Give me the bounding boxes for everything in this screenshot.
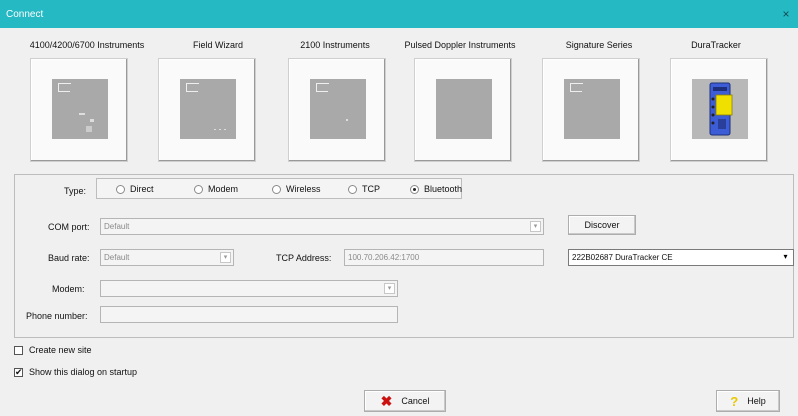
radio-circle-icon: [194, 184, 203, 194]
radio-modem[interactable]: Modem: [194, 184, 238, 194]
radio-selected-icon: [410, 184, 419, 194]
cancel-button[interactable]: ✖ Cancel: [364, 390, 446, 412]
bluetooth-device-select[interactable]: 222B02687 DuraTracker CE ▾: [568, 249, 794, 266]
radio-circle-icon: [272, 184, 281, 194]
instrument-button-2100[interactable]: [288, 58, 386, 162]
pulsed-doppler-icon: [436, 79, 492, 139]
instrument-4100-icon: [52, 79, 108, 139]
instrument-button-duratracker[interactable]: [670, 58, 768, 162]
discover-button[interactable]: Discover: [568, 215, 636, 235]
title-bar: Connect ×: [0, 0, 798, 28]
type-label: Type:: [64, 186, 87, 196]
com-port-label: COM port:: [48, 222, 90, 232]
radio-direct[interactable]: Direct: [116, 184, 154, 194]
baud-rate-select[interactable]: Default ▾: [100, 249, 234, 266]
field-wizard-icon: [180, 79, 236, 139]
instrument-2100-icon: [310, 79, 366, 139]
instrument-label-field-wizard: Field Wizard: [192, 40, 243, 50]
tcp-address-input[interactable]: 100.70.206.42:1700: [344, 249, 544, 266]
tcp-address-label: TCP Address:: [276, 253, 332, 263]
radio-tcp[interactable]: TCP: [348, 184, 380, 194]
chevron-down-icon: ▾: [783, 252, 788, 261]
cancel-x-icon: ✖: [380, 392, 393, 409]
phone-number-label: Phone number:: [26, 311, 88, 321]
instrument-label-signature-series: Signature Series: [565, 40, 633, 50]
instrument-label-pulsed-doppler: Pulsed Doppler Instruments: [404, 40, 516, 50]
window-title: Connect: [6, 8, 44, 20]
radio-bluetooth[interactable]: Bluetooth: [410, 184, 462, 194]
baud-rate-label: Baud rate:: [48, 253, 90, 263]
modem-select[interactable]: ▾: [100, 280, 398, 297]
signature-series-icon: [564, 79, 620, 139]
show-dialog-checkbox[interactable]: ✔ Show this dialog on startup: [14, 367, 137, 377]
chevron-down-icon: ▾: [220, 252, 231, 263]
radio-circle-icon: [116, 184, 125, 194]
help-button[interactable]: ? Help: [716, 390, 780, 412]
instrument-label-4100: 4100/4200/6700 Instruments: [29, 40, 145, 50]
instrument-button-pulsed-doppler[interactable]: [414, 58, 512, 162]
radio-wireless[interactable]: Wireless: [272, 184, 321, 194]
com-port-select[interactable]: Default ▾: [100, 218, 544, 235]
instrument-label-duratracker: DuraTracker: [691, 40, 741, 50]
instrument-button-field-wizard[interactable]: [158, 58, 256, 162]
instrument-button-4100[interactable]: [30, 58, 128, 162]
duratracker-icon: [692, 79, 748, 139]
phone-number-input[interactable]: [100, 306, 398, 323]
chevron-down-icon: ▾: [530, 221, 541, 232]
chevron-down-icon: ▾: [384, 283, 395, 294]
close-icon[interactable]: ×: [774, 7, 798, 21]
help-question-icon: ?: [730, 393, 739, 409]
modem-label: Modem:: [52, 284, 85, 294]
instrument-button-signature-series[interactable]: [542, 58, 640, 162]
checkmark-icon: ✔: [14, 366, 23, 377]
create-new-site-checkbox[interactable]: Create new site: [14, 345, 92, 355]
radio-circle-icon: [348, 184, 357, 194]
instrument-label-2100: 2100 Instruments: [300, 40, 370, 50]
checkbox-empty-icon: [14, 345, 23, 355]
